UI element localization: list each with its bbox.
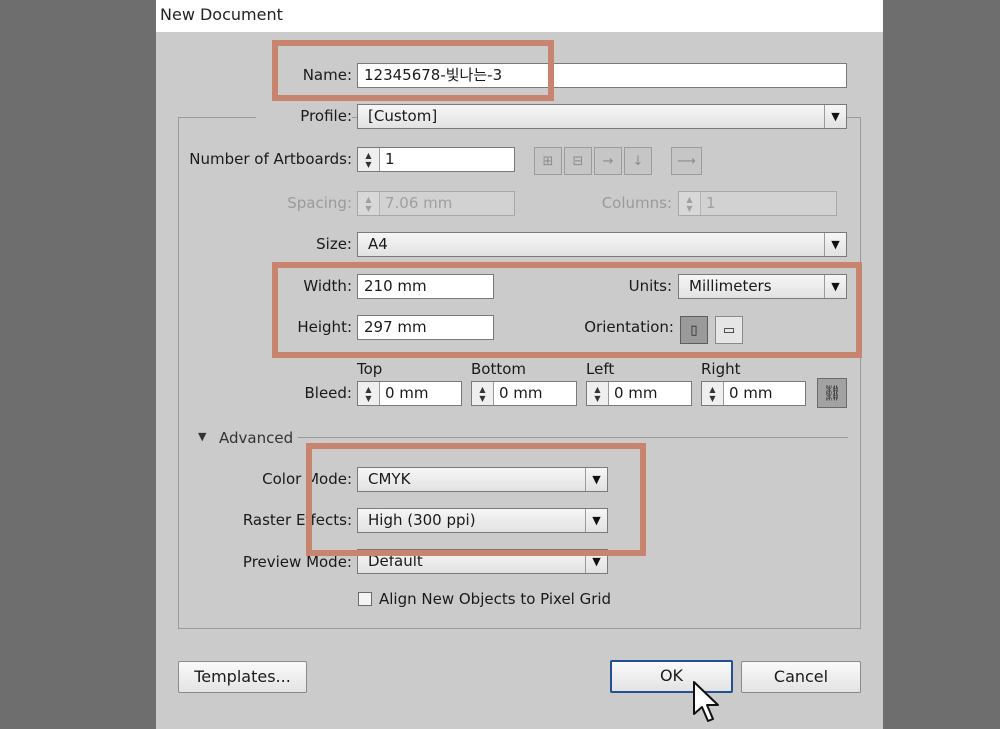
name-label: Name: xyxy=(302,66,352,84)
bleed-bottom-value[interactable]: 0 mm xyxy=(494,382,548,405)
bleed-bottom-label: Bottom xyxy=(471,360,527,378)
size-select[interactable]: A4 ▼ xyxy=(357,232,847,257)
grid-by-row-icon[interactable]: ⊞ xyxy=(534,147,562,175)
title-bar: New Document xyxy=(156,0,883,32)
bleed-right-stepper[interactable]: ▲ ▼ 0 mm xyxy=(701,381,806,406)
bleed-left-label: Left xyxy=(586,360,615,378)
bleed-top-value[interactable]: 0 mm xyxy=(380,382,434,405)
artboards-count-label: Number of Artboards: xyxy=(189,150,352,168)
bleed-label: Bleed: xyxy=(304,384,353,402)
columns-value[interactable]: 1 xyxy=(701,192,721,215)
raster-effects-label: Raster Effects: xyxy=(242,511,352,529)
preview-mode-value: Default xyxy=(368,552,423,570)
spacing-label: Spacing: xyxy=(287,194,352,212)
chain-link-icon[interactable]: ⛓ xyxy=(817,378,847,408)
orientation-label: Orientation: xyxy=(584,318,674,336)
artboards-count-value[interactable]: 1 xyxy=(380,148,400,171)
new-document-dialog: New Document Name: 12345678-빛나는-3 Profil… xyxy=(156,0,883,729)
bleed-bottom-stepper[interactable]: ▲ ▼ 0 mm xyxy=(471,381,577,406)
landscape-orientation-icon[interactable]: ▭ xyxy=(715,316,743,344)
columns-label: Columns: xyxy=(601,194,672,212)
profile-select[interactable]: [Custom] ▼ xyxy=(357,104,847,129)
bleed-top-label: Top xyxy=(357,360,383,378)
spacing-stepper[interactable]: ▲ ▼ 7.06 mm xyxy=(357,191,515,216)
raster-effects-value: High (300 ppi) xyxy=(368,511,476,529)
height-label: Height: xyxy=(297,318,352,336)
arrange-by-column-icon[interactable]: ↓ xyxy=(624,147,652,175)
profile-label: Profile: xyxy=(256,107,352,125)
color-mode-label: Color Mode: xyxy=(262,470,352,488)
name-input[interactable]: 12345678-빛나는-3 xyxy=(357,63,847,88)
window-title: New Document xyxy=(160,5,283,24)
pixel-grid-label[interactable]: Align New Objects to Pixel Grid xyxy=(379,590,611,608)
pixel-grid-checkbox[interactable] xyxy=(358,592,372,606)
size-value: A4 xyxy=(368,235,388,253)
stepper-arrows-icon: ▲ ▼ xyxy=(358,192,380,215)
right-to-left-icon[interactable]: ⟶ xyxy=(671,147,702,175)
units-value: Millimeters xyxy=(689,277,772,295)
chevron-down-icon: ▼ xyxy=(824,233,846,256)
bleed-top-stepper[interactable]: ▲ ▼ 0 mm xyxy=(357,381,462,406)
portrait-orientation-icon[interactable]: ▯ xyxy=(680,316,708,344)
chevron-down-icon: ▼ xyxy=(585,550,607,573)
grid-by-column-icon[interactable]: ⊟ xyxy=(564,147,592,175)
spacing-value[interactable]: 7.06 mm xyxy=(380,192,457,215)
preview-mode-select[interactable]: Default ▼ xyxy=(357,549,608,574)
units-select[interactable]: Millimeters ▼ xyxy=(678,274,847,299)
stepper-arrows-icon[interactable]: ▲ ▼ xyxy=(358,382,380,405)
stepper-arrows-icon[interactable]: ▲ ▼ xyxy=(702,382,724,405)
arrange-by-row-icon[interactable]: → xyxy=(594,147,622,175)
stepper-arrows-icon[interactable]: ▲ ▼ xyxy=(472,382,494,405)
units-label: Units: xyxy=(628,277,672,295)
stepper-arrows-icon[interactable]: ▲ ▼ xyxy=(358,148,380,171)
width-label: Width: xyxy=(303,277,352,295)
color-mode-select[interactable]: CMYK ▼ xyxy=(357,467,608,492)
stepper-arrows-icon: ▲ ▼ xyxy=(679,192,701,215)
profile-value: [Custom] xyxy=(368,107,438,125)
chevron-down-icon: ▼ xyxy=(585,509,607,532)
bleed-left-stepper[interactable]: ▲ ▼ 0 mm xyxy=(586,381,692,406)
columns-stepper[interactable]: ▲ ▼ 1 xyxy=(678,191,837,216)
bleed-right-value[interactable]: 0 mm xyxy=(724,382,778,405)
color-mode-value: CMYK xyxy=(368,470,411,488)
triangle-down-icon[interactable]: ▼ xyxy=(198,430,206,443)
raster-effects-select[interactable]: High (300 ppi) ▼ xyxy=(357,508,608,533)
height-input[interactable]: 297 mm xyxy=(357,315,494,340)
size-label: Size: xyxy=(316,235,352,253)
advanced-toggle[interactable]: Advanced xyxy=(219,429,293,447)
advanced-separator xyxy=(298,437,848,438)
templates-button[interactable]: Templates... xyxy=(178,661,307,693)
chevron-down-icon: ▼ xyxy=(585,468,607,491)
chevron-down-icon: ▼ xyxy=(824,275,846,298)
mouse-cursor-icon xyxy=(693,681,719,722)
width-input[interactable]: 210 mm xyxy=(357,274,494,299)
cancel-button[interactable]: Cancel xyxy=(741,661,861,693)
chevron-down-icon: ▼ xyxy=(824,105,846,128)
bleed-left-value[interactable]: 0 mm xyxy=(609,382,663,405)
preview-mode-label: Preview Mode: xyxy=(242,553,352,571)
bleed-right-label: Right xyxy=(701,360,741,378)
stepper-arrows-icon[interactable]: ▲ ▼ xyxy=(587,382,609,405)
artboards-count-stepper[interactable]: ▲ ▼ 1 xyxy=(357,147,515,172)
